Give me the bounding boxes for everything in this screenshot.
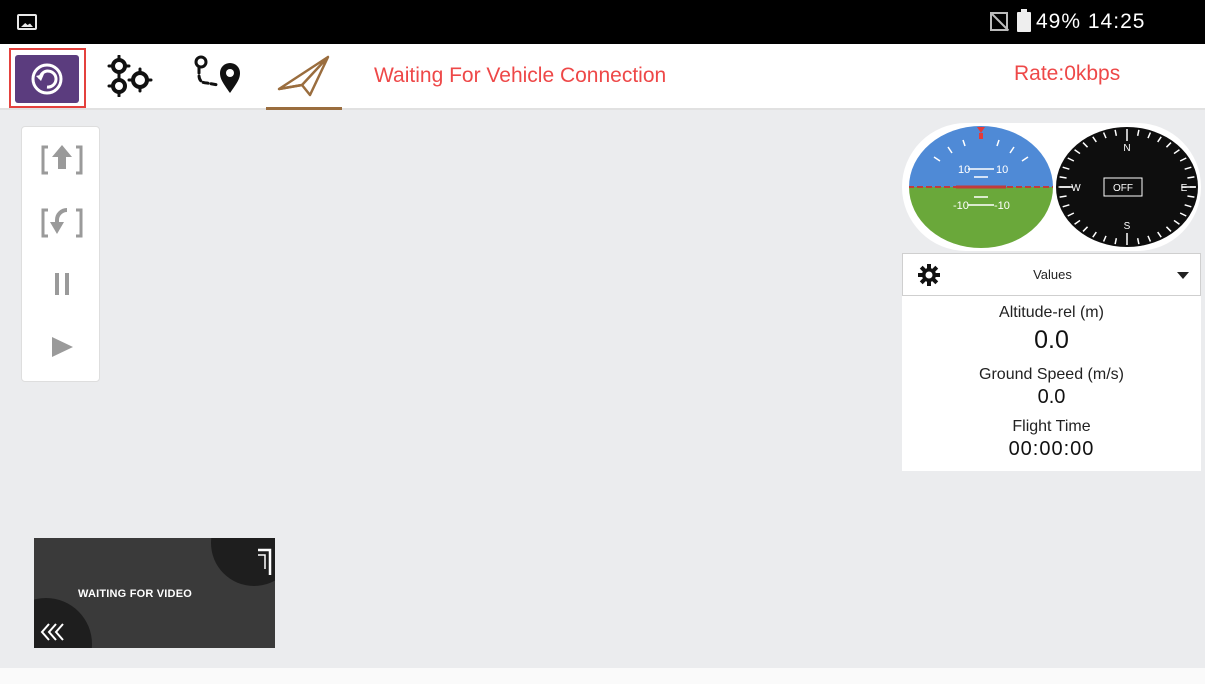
pause-button[interactable] — [35, 259, 89, 309]
video-widget[interactable]: WAITING FOR VIDEO — [34, 538, 275, 648]
collapse-video-icon[interactable] — [38, 621, 68, 643]
top-toolbar: Waiting For Vehicle Connection Rate:0kbp… — [0, 44, 1205, 110]
connection-status: Waiting For Vehicle Connection — [374, 64, 667, 87]
compass-east: E — [1181, 183, 1188, 194]
play-icon — [52, 337, 73, 357]
app-root: 49% 14:25 Waiting For Vehicle Connection… — [0, 0, 1205, 684]
play-button[interactable] — [35, 322, 89, 372]
paper-plane-icon[interactable] — [276, 53, 332, 99]
status-bar-readout: 49% 14:25 — [1036, 10, 1145, 34]
telemetry-panel: Altitude-rel (m) 0.0 Ground Speed (m/s) … — [902, 296, 1201, 471]
altitude-value: 0.0 — [1034, 326, 1069, 354]
data-rate: Rate:0kbps — [1014, 62, 1121, 85]
instrument-cluster: 10 10 -10 -10 OFF N S E W — [902, 123, 1201, 251]
battery-level: 49% — [1036, 10, 1082, 33]
selected-tab-indicator — [266, 107, 342, 110]
clock: 14:25 — [1087, 10, 1146, 33]
attitude-indicator: 10 10 -10 -10 — [909, 126, 1053, 248]
upload-mission-button[interactable] — [35, 134, 89, 184]
download-back-icon — [41, 208, 83, 238]
compass: OFF N S E W — [1056, 127, 1198, 247]
compass-tick — [1187, 195, 1195, 198]
video-status: WAITING FOR VIDEO — [77, 588, 192, 600]
compass-west: W — [1071, 183, 1081, 194]
pitch-label-bottom-left: -10 — [953, 200, 969, 212]
pitch-label-bottom-right: -10 — [994, 200, 1010, 212]
flight-time-value: 00:00:00 — [1008, 438, 1095, 460]
compass-tick — [1059, 176, 1067, 179]
compass-tick — [1059, 195, 1067, 198]
no-sim-icon — [990, 12, 1008, 31]
back-arrow-icon — [31, 63, 63, 95]
altitude-label: Altitude-rel (m) — [999, 304, 1104, 321]
flight-time-label: Flight Time — [1012, 418, 1091, 435]
expand-video-icon[interactable] — [257, 547, 273, 577]
back-button-face — [15, 55, 79, 103]
upload-icon — [41, 145, 83, 175]
gears-icon[interactable] — [104, 55, 154, 97]
compass-north: N — [1123, 143, 1130, 154]
route-pin-icon[interactable] — [190, 55, 244, 97]
compass-status: OFF — [1113, 183, 1133, 194]
telemetry-selector[interactable]: Values — [902, 253, 1201, 296]
back-button[interactable] — [9, 48, 86, 108]
pitch-label-top-right: 10 — [996, 164, 1008, 176]
telemetry-selector-label: Values — [1033, 267, 1072, 282]
ground-speed-value: 0.0 — [1037, 386, 1066, 408]
mission-control-panel — [21, 126, 100, 382]
pitch-label-top-left: 10 — [958, 164, 970, 176]
compass-tick — [1187, 176, 1195, 179]
chevron-down-icon — [1177, 272, 1189, 279]
status-bar: 49% 14:25 — [0, 0, 1205, 44]
battery-icon — [1017, 9, 1031, 32]
pause-icon — [55, 273, 69, 295]
image-notification-icon — [17, 14, 37, 30]
bottom-strip — [0, 668, 1205, 684]
ground-speed-label: Ground Speed (m/s) — [979, 366, 1124, 383]
download-mission-button[interactable] — [35, 197, 89, 247]
compass-south: S — [1124, 221, 1131, 232]
